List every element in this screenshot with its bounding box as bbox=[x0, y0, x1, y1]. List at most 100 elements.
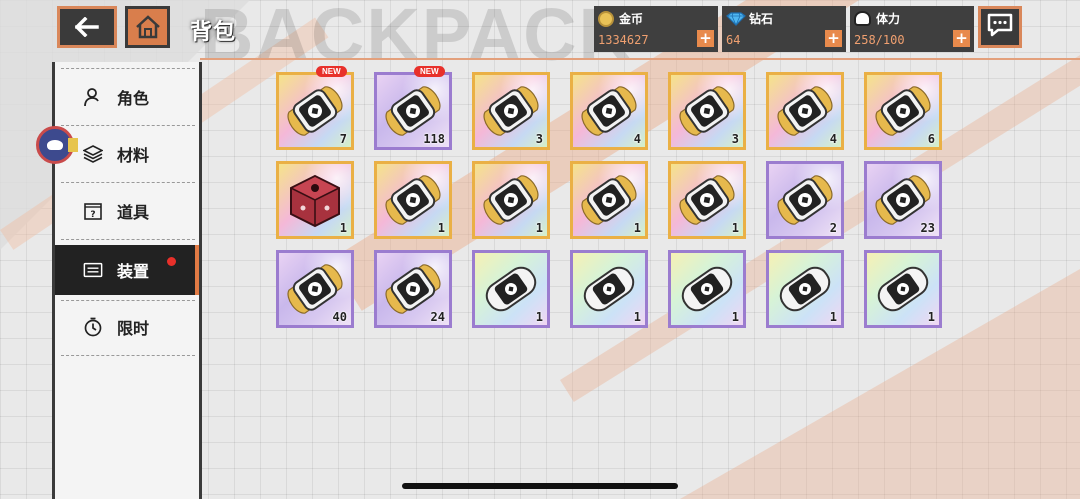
item-artwork: 6 bbox=[867, 75, 939, 147]
inventory-item[interactable]: 3 bbox=[668, 72, 746, 150]
nav-divider bbox=[61, 125, 195, 126]
item-count: 118 bbox=[423, 132, 445, 146]
inventory-item[interactable]: 40 bbox=[276, 250, 354, 328]
sidebar-item-materials[interactable]: 材料 bbox=[55, 129, 199, 179]
stamina-counter: 体力 258/100 + bbox=[850, 6, 974, 52]
inventory-item[interactable]: 7 NEW bbox=[276, 66, 354, 150]
item-count: 1 bbox=[927, 310, 935, 324]
item-artwork: 1 bbox=[377, 164, 449, 236]
new-badge: NEW bbox=[316, 66, 347, 77]
item-count: 1 bbox=[829, 310, 837, 324]
nav-divider bbox=[61, 300, 195, 301]
item-count: 24 bbox=[430, 310, 445, 324]
item-count: 1 bbox=[535, 221, 543, 235]
item-artwork: 40 bbox=[279, 253, 351, 325]
coin-label: 金币 bbox=[619, 12, 644, 26]
item-artwork: 24 bbox=[377, 253, 449, 325]
back-button[interactable] bbox=[57, 6, 117, 48]
item-artwork: 1 bbox=[671, 253, 743, 325]
inventory-item[interactable]: 1 bbox=[472, 250, 550, 328]
timer-icon bbox=[83, 317, 103, 337]
nav-divider bbox=[61, 182, 195, 183]
inventory-item[interactable]: 1 bbox=[864, 250, 942, 328]
item-artwork: 7 bbox=[279, 75, 351, 147]
new-badge: NEW bbox=[414, 66, 445, 77]
item-count: 4 bbox=[829, 132, 837, 146]
item-count: 1 bbox=[633, 221, 641, 235]
inventory-item[interactable]: 1 bbox=[668, 161, 746, 239]
item-count: 1 bbox=[535, 310, 543, 324]
item-artwork: 1 bbox=[769, 253, 841, 325]
notification-dot bbox=[167, 257, 176, 266]
inventory-item[interactable]: 4 bbox=[570, 72, 648, 150]
item-count: 7 bbox=[339, 132, 347, 146]
item-artwork: 3 bbox=[671, 75, 743, 147]
item-artwork: 118 bbox=[377, 75, 449, 147]
top-bar: BACKPACK 背包 金币 1334627 + 钻石 64 + 体力 258/… bbox=[0, 0, 1080, 76]
coin-counter: 金币 1334627 + bbox=[594, 6, 718, 52]
coin-icon bbox=[598, 10, 614, 27]
item-count: 6 bbox=[927, 132, 935, 146]
item-artwork: 1 bbox=[867, 253, 939, 325]
item-artwork: 3 bbox=[475, 75, 547, 147]
person-icon bbox=[83, 87, 103, 107]
item-artwork: 4 bbox=[573, 75, 645, 147]
inventory-item[interactable]: 1 bbox=[668, 250, 746, 328]
header-divider bbox=[200, 58, 1080, 60]
stamina-label: 体力 bbox=[876, 12, 901, 26]
inventory-item[interactable]: 1 bbox=[276, 161, 354, 239]
add-stamina-button[interactable]: + bbox=[953, 30, 970, 47]
inventory-item[interactable]: 4 bbox=[766, 72, 844, 150]
chat-bubble-icon bbox=[986, 12, 1014, 42]
diamond-value: 64 bbox=[726, 33, 741, 47]
question-box-icon: ? bbox=[83, 201, 103, 221]
sidebar-item-label: 角色 bbox=[117, 89, 150, 108]
item-count: 2 bbox=[829, 221, 837, 235]
sidebar-item-props[interactable]: ? 道具 bbox=[55, 186, 199, 236]
inventory-item[interactable]: 23 bbox=[864, 161, 942, 239]
inventory-item[interactable]: 3 bbox=[472, 72, 550, 150]
inventory-item[interactable]: 1 bbox=[570, 161, 648, 239]
item-count: 1 bbox=[437, 221, 445, 235]
item-artwork: 2 bbox=[769, 164, 841, 236]
inventory-item[interactable]: 24 bbox=[374, 250, 452, 328]
item-count: 1 bbox=[731, 310, 739, 324]
inventory-item[interactable]: 1 bbox=[766, 250, 844, 328]
item-count: 23 bbox=[920, 221, 935, 235]
inventory-item[interactable]: 1 bbox=[472, 161, 550, 239]
item-artwork: 23 bbox=[867, 164, 939, 236]
item-artwork: 1 bbox=[573, 164, 645, 236]
home-button[interactable] bbox=[125, 6, 170, 48]
inventory-item[interactable]: 1 bbox=[374, 161, 452, 239]
stamina-value: 258/100 bbox=[854, 33, 905, 47]
diamond-icon bbox=[726, 12, 746, 26]
inventory-item[interactable]: 1 bbox=[570, 250, 648, 328]
sidebar-item-label: 材料 bbox=[117, 146, 150, 165]
item-count: 40 bbox=[332, 310, 347, 324]
sidebar-item-character[interactable]: 角色 bbox=[55, 72, 199, 122]
item-count: 1 bbox=[633, 310, 641, 324]
sidebar-item-devices[interactable]: 装置 bbox=[55, 245, 199, 295]
nav-divider bbox=[61, 68, 195, 69]
item-count: 3 bbox=[731, 132, 739, 146]
chat-button[interactable] bbox=[978, 6, 1022, 48]
inventory-item[interactable]: 2 bbox=[766, 161, 844, 239]
item-artwork: 1 bbox=[475, 253, 547, 325]
layers-icon bbox=[83, 144, 103, 164]
device-icon bbox=[83, 260, 103, 280]
add-coin-button[interactable]: + bbox=[697, 30, 714, 47]
page-title: 背包 bbox=[190, 20, 237, 45]
diamond-counter: 钻石 64 + bbox=[722, 6, 846, 52]
item-count: 4 bbox=[633, 132, 641, 146]
home-indicator[interactable] bbox=[402, 483, 678, 489]
sidebar-item-limited[interactable]: 限时 bbox=[55, 302, 199, 352]
add-diamond-button[interactable]: + bbox=[825, 30, 842, 47]
house-icon bbox=[135, 14, 161, 40]
inventory-item[interactable]: 118 NEW bbox=[374, 66, 452, 150]
item-artwork: 1 bbox=[475, 164, 547, 236]
item-artwork: 1 bbox=[573, 253, 645, 325]
inventory-item[interactable]: 6 bbox=[864, 72, 942, 150]
item-artwork: 1 bbox=[671, 164, 743, 236]
nav-divider bbox=[61, 355, 195, 356]
sidebar-item-label: 道具 bbox=[117, 203, 150, 222]
